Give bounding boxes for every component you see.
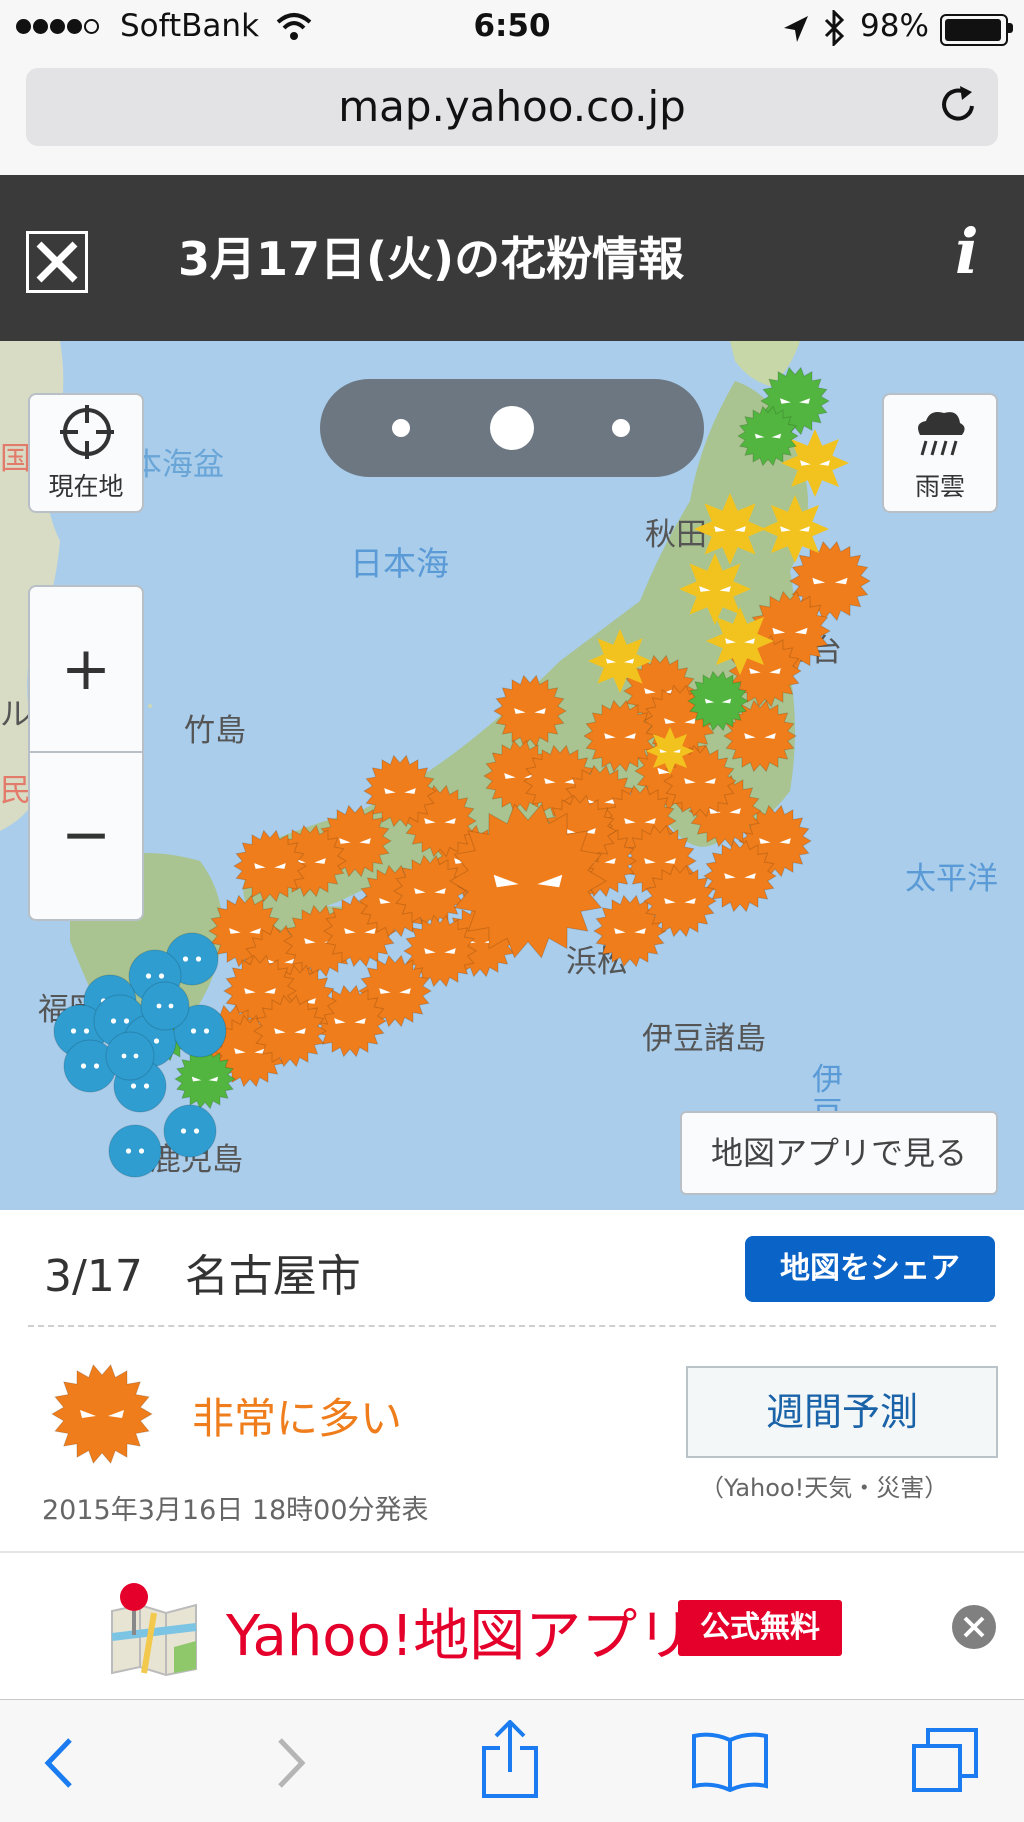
status-bar: SoftBank 6:50 98%: [0, 0, 1024, 58]
location-arrow-icon: [784, 16, 808, 42]
share-icon[interactable]: [478, 1720, 542, 1800]
tabs-icon[interactable]: [910, 1726, 982, 1794]
pager-dot-prev[interactable]: [392, 419, 410, 437]
pollen-marker-high: [646, 727, 694, 775]
source-note: （Yahoo!天気・災害）: [700, 1474, 949, 1502]
share-map-button[interactable]: 地図をシェア: [745, 1236, 995, 1302]
map-app-icon: [111, 1583, 197, 1677]
crosshair-icon: [60, 405, 114, 459]
pollen-marker-high: [761, 495, 829, 563]
pollen-info-panel: 3/17 名古屋市 地図をシェア 非常に多い 週間予測 （Yahoo!天気・災害…: [0, 1210, 1024, 1550]
address-bar[interactable]: map.yahoo.co.jp: [26, 68, 998, 146]
pollen-marker-low: [105, 1031, 155, 1081]
back-icon[interactable]: [40, 1736, 80, 1790]
close-icon: [36, 241, 78, 283]
battery-cap: [1008, 23, 1013, 33]
published-time: 2015年3月16日 18時00分発表: [42, 1495, 429, 1526]
banner-close-button[interactable]: [952, 1605, 996, 1649]
bookmarks-icon[interactable]: [690, 1730, 770, 1792]
info-icon[interactable]: i: [955, 215, 979, 288]
zoom-out-button[interactable]: −: [30, 753, 142, 917]
pager-dot-current[interactable]: [490, 406, 534, 450]
pollen-marker-low: [108, 1124, 162, 1178]
forecast-date: 3/17: [44, 1251, 143, 1302]
url-text: map.yahoo.co.jp: [338, 82, 686, 131]
page-header: 3月17日(火)の花粉情報 i: [0, 175, 1024, 341]
zoom-control: + −: [28, 585, 144, 921]
forward-icon[interactable]: [270, 1736, 310, 1790]
day-pager[interactable]: [320, 379, 704, 477]
reload-icon[interactable]: [938, 84, 980, 126]
weekly-forecast-button[interactable]: 週間予測: [686, 1366, 998, 1458]
pollen-very-high-glyph: [51, 1363, 153, 1465]
pollen-marker-high: [588, 629, 652, 693]
app-promo-banner[interactable]: Yahoo!地図アプリ 公式無料: [0, 1551, 1024, 1701]
rain-cloud-icon: [918, 412, 965, 456]
pollen-map[interactable]: 国 日本海盆 日本海 ル 竹島 民国 釜山 福岡 鹿児島 秋田 仙台 浜松 伊豆…: [0, 341, 1024, 1210]
rain-cloud-button[interactable]: 雨雲: [882, 393, 998, 513]
pollen-marker-very-high: [493, 674, 567, 748]
battery-icon: [940, 14, 1008, 46]
date-city: 3/17 名古屋市: [44, 1240, 361, 1304]
pollen-very-high-icon: [51, 1363, 153, 1465]
divider: [28, 1325, 996, 1327]
pollen-marker-high: [706, 607, 774, 675]
zoom-in-button[interactable]: +: [30, 587, 142, 753]
app-name: Yahoo!地図アプリ: [226, 1604, 694, 1669]
close-icon: [963, 1616, 985, 1638]
current-location-button[interactable]: 現在地: [28, 393, 144, 513]
rain-cloud-label: 雨雲: [914, 472, 965, 501]
city-name: 名古屋市: [184, 1251, 361, 1302]
close-button[interactable]: [26, 231, 88, 293]
pollen-marker-low: [163, 1104, 217, 1158]
battery-percent: 98%: [860, 8, 929, 44]
pollen-level-text: 非常に多い: [192, 1394, 403, 1443]
pollen-marker-high: [694, 493, 766, 565]
page-title: 3月17日(火)の花粉情報: [178, 232, 685, 286]
current-location-label: 現在地: [48, 472, 124, 501]
pollen-marker-low: [140, 981, 190, 1031]
bluetooth-icon: [824, 10, 845, 46]
browser-toolbar: [0, 1699, 1024, 1822]
free-badge: 公式無料: [678, 1600, 842, 1656]
pager-dot-next[interactable]: [612, 419, 630, 437]
open-map-app-button[interactable]: 地図アプリで見る: [680, 1111, 998, 1195]
